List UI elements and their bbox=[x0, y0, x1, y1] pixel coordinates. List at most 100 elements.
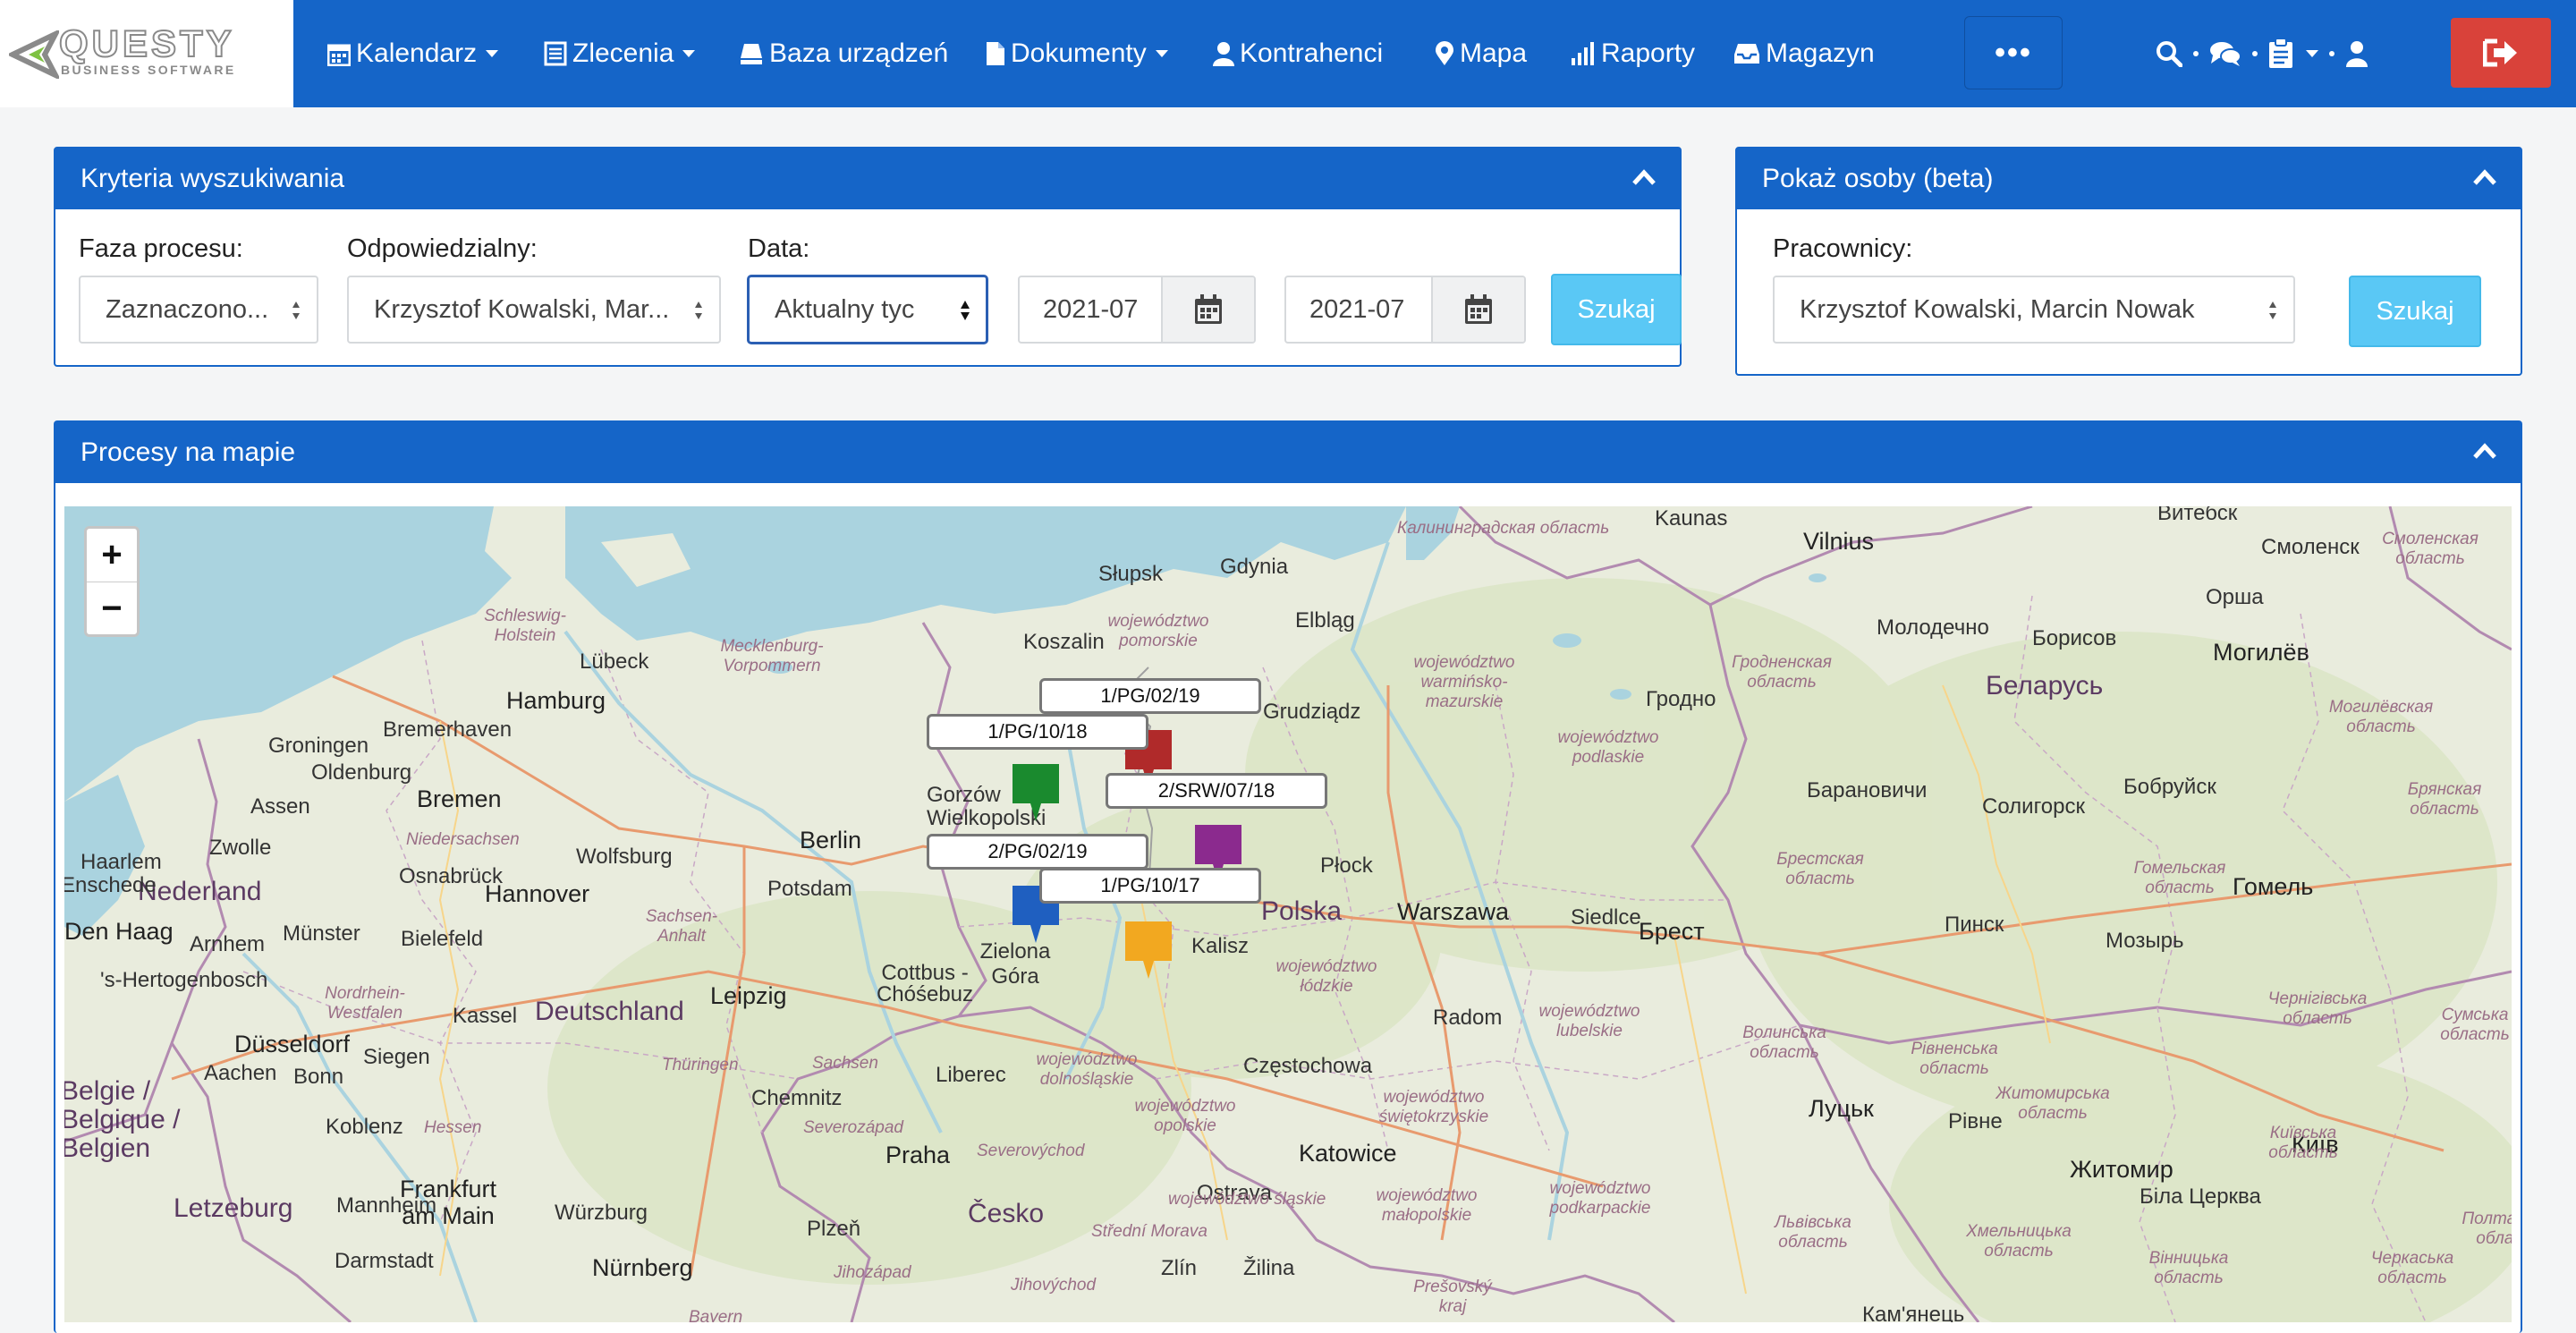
bar-chart-icon bbox=[1572, 42, 1594, 65]
process-map[interactable]: + − Nederland Deutschland Polska Česko B… bbox=[64, 506, 2512, 1322]
workers-select[interactable]: Krzysztof Kowalski, Marcin Nowak bbox=[1773, 276, 2295, 344]
clipboard-icon[interactable] bbox=[2268, 38, 2293, 69]
marker-label[interactable]: 1/PG/10/18 bbox=[927, 714, 1148, 750]
map-city-label: Мозырь bbox=[2106, 929, 2184, 953]
nav-kontrahenci[interactable]: Kontrahenci bbox=[1213, 0, 1383, 107]
search-icon[interactable] bbox=[2156, 40, 2182, 67]
chevron-down-icon[interactable] bbox=[2306, 50, 2318, 57]
marker-label[interactable]: 2/PG/02/19 bbox=[927, 834, 1148, 870]
marker-label[interactable]: 1/PG/02/19 bbox=[1039, 678, 1261, 714]
nav-baza-urzadzen[interactable]: Baza urządzeń bbox=[739, 0, 948, 107]
process-marker-1-pg-10-17[interactable] bbox=[1123, 920, 1174, 981]
select-arrows-icon bbox=[961, 301, 970, 320]
map-region-label: Střední Morava bbox=[1091, 1222, 1208, 1241]
chevron-up-icon[interactable] bbox=[2472, 168, 2497, 186]
map-region-label: województwo podlaskie bbox=[1557, 728, 1659, 767]
map-region-label: Prešovský kraj bbox=[1413, 1278, 1492, 1316]
map-city-label: Katowice bbox=[1299, 1140, 1397, 1167]
map-region-label: Житомирська область bbox=[1996, 1084, 2110, 1123]
map-region-label: województwo lubelskie bbox=[1538, 1002, 1640, 1040]
map-city-label: Гомель bbox=[2233, 873, 2314, 900]
chat-icon[interactable] bbox=[2209, 40, 2241, 67]
map-city-label: Assen bbox=[250, 794, 310, 819]
map-city-label: Warszawa bbox=[1397, 898, 1510, 925]
map-country-label: Nederland bbox=[138, 877, 262, 906]
map-region-label: Severovýchod bbox=[977, 1142, 1085, 1160]
map-city-label: Wolfsburg bbox=[576, 845, 673, 869]
user-profile-icon[interactable] bbox=[2345, 40, 2368, 67]
responsible-select[interactable]: Krzysztof Kowalski, Mar... bbox=[347, 276, 721, 344]
map-region-label: Hessen bbox=[424, 1118, 482, 1137]
map-country-label: Беларусь bbox=[1986, 671, 2104, 700]
map-city-label: Koblenz bbox=[326, 1115, 403, 1139]
map-region-label: Sachsen bbox=[812, 1054, 878, 1073]
map-city-label: Бобруйск bbox=[2123, 775, 2216, 799]
nav-raporty[interactable]: Raporty bbox=[1571, 0, 1695, 107]
marker-label[interactable]: 1/PG/10/17 bbox=[1039, 868, 1261, 904]
process-marker-1-pg-10-18[interactable] bbox=[1011, 762, 1061, 823]
zoom-out-button[interactable]: − bbox=[87, 582, 137, 635]
map-region-label: Вінницька область bbox=[2148, 1249, 2229, 1287]
map-city-label: Liberec bbox=[936, 1063, 1006, 1087]
map-city-label: Витебск bbox=[2157, 506, 2238, 525]
panel-title: Kryteria wyszukiwania bbox=[80, 164, 345, 193]
map-region-label: Mecklenburg-Vorpommern bbox=[720, 637, 824, 675]
map-region-label: Калининградская область bbox=[1397, 519, 1610, 538]
map-city-label: Орша bbox=[2206, 585, 2264, 609]
logo[interactable]: QUESTY BUSINESS SOFTWARE bbox=[0, 0, 293, 107]
search-criteria-panel: Kryteria wyszukiwania Faza procesu: Zazn… bbox=[54, 147, 1682, 367]
date-range-select[interactable]: Aktualny tyc bbox=[748, 276, 987, 344]
nav-zlecenia[interactable]: Zlecenia bbox=[544, 0, 696, 107]
map-city-label: Гродно bbox=[1646, 687, 1716, 711]
map-country-label: Deutschland bbox=[535, 997, 684, 1026]
show-people-header[interactable]: Pokaż osoby (beta) bbox=[1737, 149, 2521, 209]
search-button[interactable]: Szukaj bbox=[1551, 274, 1682, 345]
select-arrows-icon bbox=[695, 301, 702, 319]
date-from-calendar-button[interactable] bbox=[1161, 277, 1254, 342]
date-to-calendar-button[interactable] bbox=[1431, 277, 1524, 342]
marker-pin bbox=[1013, 764, 1059, 821]
search-criteria-header[interactable]: Kryteria wyszukiwania bbox=[55, 149, 1680, 209]
nav-dokumenty[interactable]: Dokumenty bbox=[986, 0, 1168, 107]
map-city-label: Cottbus - Chóśebuz bbox=[876, 961, 974, 1006]
map-region-label: Київська область bbox=[2268, 1124, 2338, 1162]
map-region-label: województwo śląskie bbox=[1168, 1190, 1326, 1209]
map-city-label: Kassel bbox=[453, 1004, 518, 1028]
map-city-label: Zwolle bbox=[209, 836, 272, 860]
map-country-label: Letzeburg bbox=[174, 1193, 293, 1223]
list-icon bbox=[544, 41, 567, 66]
nav-mapa[interactable]: Mapa bbox=[1435, 0, 1527, 107]
map-city-label: Częstochowa bbox=[1243, 1054, 1373, 1078]
top-navbar: QUESTY BUSINESS SOFTWARE Kalendarz Zlece… bbox=[0, 0, 2576, 107]
chevron-up-icon[interactable] bbox=[1631, 168, 1657, 186]
select-arrows-icon bbox=[2269, 301, 2276, 319]
map-panel-header[interactable]: Procesy na mapie bbox=[55, 422, 2521, 483]
phase-select[interactable]: Zaznaczono... bbox=[79, 276, 318, 344]
map-city-label: Aachen bbox=[204, 1061, 277, 1085]
map-city-label: Bonn bbox=[293, 1065, 344, 1089]
map-city-label: Пинск bbox=[1945, 913, 2004, 937]
workers-search-button[interactable]: Szukaj bbox=[2349, 276, 2481, 347]
date-to-input[interactable]: 2021-07 bbox=[1284, 276, 1526, 344]
map-city-label: Płock bbox=[1320, 853, 1373, 878]
map-city-label: Potsdam bbox=[767, 877, 852, 901]
map-city-label: Darmstadt bbox=[335, 1249, 434, 1273]
map-city-label: Enschede bbox=[64, 873, 157, 897]
chevron-up-icon[interactable] bbox=[2472, 442, 2497, 460]
responsible-select-value: Krzysztof Kowalski, Mar... bbox=[374, 294, 670, 324]
map-city-label: Oldenburg bbox=[311, 760, 412, 785]
calendar-icon bbox=[1465, 294, 1492, 324]
map-city-label: Zielona Góra bbox=[979, 939, 1051, 989]
date-from-input[interactable]: 2021-07 bbox=[1018, 276, 1256, 344]
marker-label[interactable]: 2/SRW/07/18 bbox=[1106, 773, 1327, 809]
map-country-label: Belgie / Belgique / Belgien bbox=[64, 1076, 181, 1163]
logout-button[interactable] bbox=[2451, 18, 2551, 88]
map-city-label: Bielefeld bbox=[401, 927, 484, 951]
nav-magazyn[interactable]: Magazyn bbox=[1733, 0, 1875, 107]
more-menu-button[interactable]: ••• bbox=[1964, 16, 2063, 89]
map-region-label: Jihozápad bbox=[834, 1263, 911, 1282]
nav-kalendarz[interactable]: Kalendarz bbox=[327, 0, 499, 107]
map-city-label: Koszalin bbox=[1023, 630, 1105, 654]
zoom-in-button[interactable]: + bbox=[87, 529, 137, 582]
map-region-label: Львівська область bbox=[1775, 1213, 1852, 1252]
